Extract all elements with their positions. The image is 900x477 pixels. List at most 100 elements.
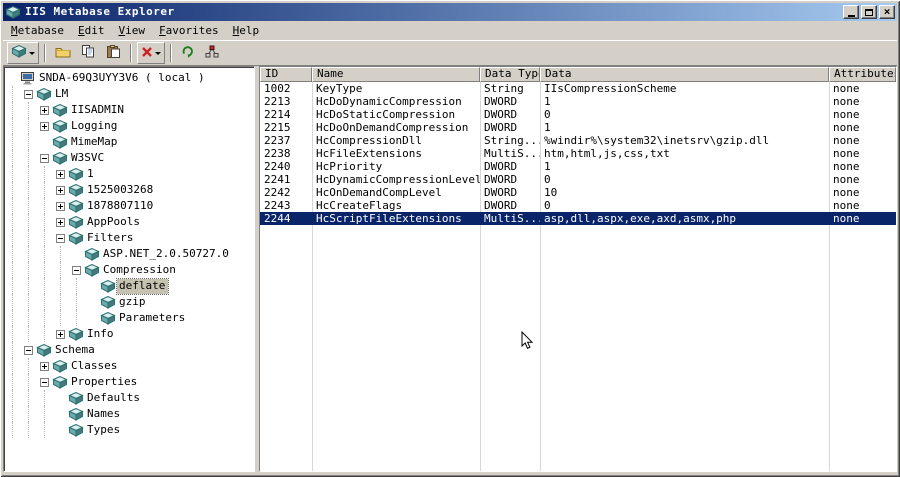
tree-expander[interactable] [36,374,52,390]
table-row-2213[interactable]: 2213 HcDoDynamicCompression DWORD 1 none [260,95,896,108]
connect-button[interactable] [7,42,39,64]
tree-item-1878807110[interactable]: 1878807110 [4,198,254,214]
tree-expander[interactable] [36,358,52,374]
tree-item-schema[interactable]: Schema [4,342,254,358]
metabase-key-icon [68,327,85,341]
tree-item-filters[interactable]: Filters [4,230,254,246]
tree-item-logging[interactable]: Logging [4,118,254,134]
tree-item-names[interactable]: Names [4,406,254,422]
close-button[interactable]: × [879,5,895,19]
tree-item-apppools[interactable]: AppPools [4,214,254,230]
tree-expander[interactable] [52,230,68,246]
expand-plus-icon [39,121,49,131]
tree-item-types[interactable]: Types [4,422,254,438]
tree-item-mimemap[interactable]: MimeMap [4,134,254,150]
tree-item-label: W3SVC [71,150,105,164]
cell-id: 1002 [264,82,291,95]
column-header-name[interactable]: Name [312,67,480,82]
table-row-2238[interactable]: 2238 HcFileExtensions MultiS... htm,html,js… [260,147,896,160]
tree-item-iisadmin[interactable]: IISADMIN [4,102,254,118]
tree-item-gzip[interactable]: gzip [4,294,254,310]
table-row-2243[interactable]: 2243 HcCreateFlags DWORD 0 none [260,199,896,212]
tree-indent-guide [20,390,36,406]
tree-item-1525003268[interactable]: 1525003268 [4,182,254,198]
minimize-button[interactable] [843,5,859,19]
paste-button[interactable] [102,42,125,64]
tree-item-w3svc[interactable]: W3SVC [4,150,254,166]
tree-expander[interactable] [52,198,68,214]
tree-expander[interactable] [52,214,68,230]
menu-favorites[interactable]: Favorites [152,22,226,40]
tree-item-1[interactable]: 1 [4,166,254,182]
expand-plus-icon [55,169,65,179]
cell-data: 1 [544,121,551,134]
tree-item-classes[interactable]: Classes [4,358,254,374]
column-header-attributes[interactable]: Attributes [829,67,896,82]
tree-expander[interactable] [36,102,52,118]
table-row-2237[interactable]: 2237 HcCompressionDll String... %windir%\sy… [260,134,896,147]
tree-expander[interactable] [52,326,68,342]
tree-expander-none [68,246,84,262]
tree-indent-guide [20,102,36,118]
app-icon [5,5,22,19]
table-row-2241[interactable]: 2241 HcDynamicCompressionLevel DWORD 0 none [260,173,896,186]
network-button[interactable] [201,42,223,64]
collapse-minus-icon [23,345,33,355]
cell-id: 2243 [264,199,291,212]
cell-attributes: none [833,186,860,199]
menu-help[interactable]: Help [226,22,267,40]
tree-expander[interactable] [20,86,36,102]
column-header-data[interactable]: Data [540,67,829,82]
cell-data: 0 [544,173,551,186]
refresh-button[interactable] [177,42,199,64]
tree-item-label: Info [87,326,114,340]
tree-indent-guide [52,246,68,262]
menu-view[interactable]: View [111,22,152,40]
maximize-button[interactable] [861,5,877,19]
cell-attributes: none [833,212,860,225]
tree-expander[interactable] [20,342,36,358]
table-row-2240[interactable]: 2240 HcPriority DWORD 1 none [260,160,896,173]
tree-item-defaults[interactable]: Defaults [4,390,254,406]
table-row-2215[interactable]: 2215 HcDoOnDemandCompression DWORD 1 none [260,121,896,134]
cell-attributes: none [833,108,860,121]
column-header-data-type[interactable]: Data Type [480,67,540,82]
tree-expander[interactable] [36,118,52,134]
tree-expander[interactable] [52,182,68,198]
tree-indent-guide [20,422,36,438]
tree-item-label: Types [87,422,121,436]
tree-indent-guide [36,166,52,182]
column-header-id[interactable]: ID [260,67,312,82]
cell-attributes: none [833,134,860,147]
tree-item-info[interactable]: Info [4,326,254,342]
tree-indent-guide [4,198,20,214]
tree-item-label: Compression [103,262,176,276]
tree-item-snda-69q3uyy3v6-local[interactable]: SNDA-69Q3UYY3V6 ( local ) [4,70,254,86]
delete-button[interactable] [137,42,165,64]
menu-metabase[interactable]: Metabase [4,22,71,40]
tree-item-compression[interactable]: Compression [4,262,254,278]
tree-indent-guide [20,134,36,150]
tree-indent-guide [4,86,20,102]
tree-item-asp-net-2-0-50727-0[interactable]: ASP.NET_2.0.50727.0 [4,246,254,262]
cell-attributes: none [833,121,860,134]
tree-expander[interactable] [36,150,52,166]
tree-indent-guide [20,230,36,246]
tree-item-lm[interactable]: LM [4,86,254,102]
copy-button[interactable] [77,42,100,64]
tree-indent-guide [36,214,52,230]
metabase-key-icon [52,375,69,389]
tree-expander[interactable] [52,166,68,182]
cell-attributes: none [833,199,860,212]
open-button[interactable] [51,42,75,64]
table-row-2242[interactable]: 2242 HcOnDemandCompLevel DWORD 10 none [260,186,896,199]
table-row-1002[interactable]: 1002 KeyType String IIsCompressionScheme non… [260,82,896,95]
tree-item-parameters[interactable]: Parameters [4,310,254,326]
menu-edit[interactable]: Edit [71,22,112,40]
tree-item-deflate[interactable]: deflate [4,277,254,295]
tree-item-properties[interactable]: Properties [4,374,254,390]
table-row-2244[interactable]: 2244 HcScriptFileExtensions MultiS... asp,d… [260,212,896,225]
tree-expander[interactable] [68,262,84,278]
table-row-2214[interactable]: 2214 HcDoStaticCompression DWORD 0 none [260,108,896,121]
tree-indent-guide [20,150,36,166]
